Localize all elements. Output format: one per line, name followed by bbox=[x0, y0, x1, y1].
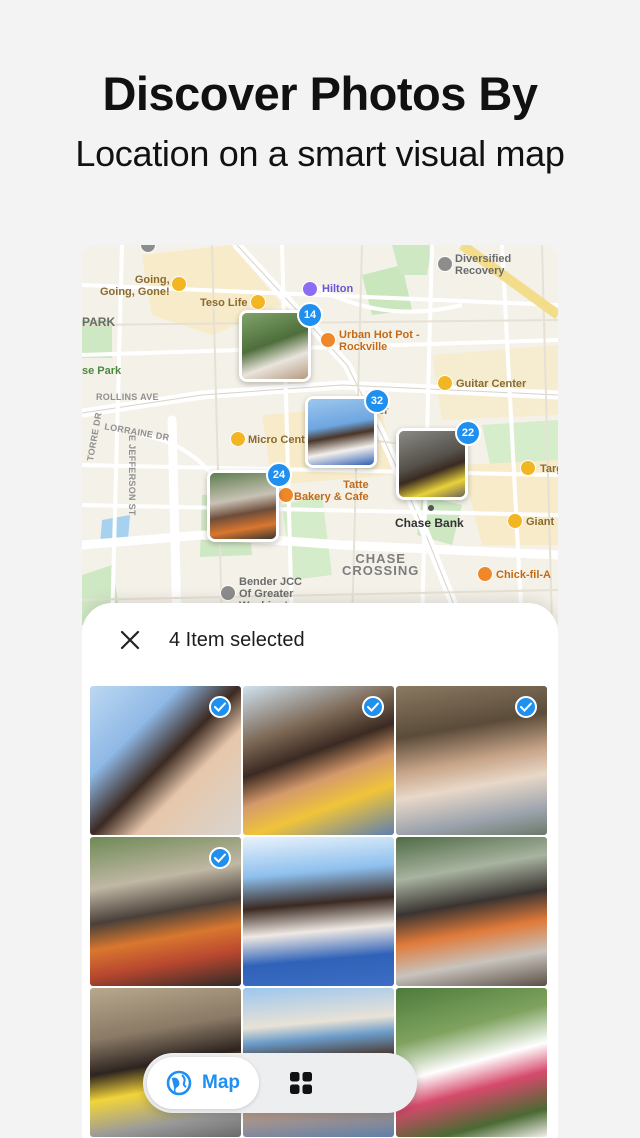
poi-marker bbox=[437, 375, 453, 391]
map-view-button[interactable]: Map bbox=[147, 1057, 259, 1109]
poi-marker bbox=[171, 276, 187, 292]
map-label-chase-crossing: CHASE CROSSING bbox=[342, 551, 420, 578]
headline: Discover Photos By bbox=[102, 67, 538, 120]
selected-check-icon[interactable] bbox=[209, 847, 231, 869]
selected-check-icon[interactable] bbox=[209, 696, 231, 718]
poi-marker bbox=[250, 294, 266, 310]
photo-thumbnail[interactable] bbox=[90, 686, 241, 835]
selection-count: 4 Item selected bbox=[169, 629, 305, 651]
poi-marker bbox=[437, 256, 453, 272]
photo-thumbnail[interactable] bbox=[396, 686, 547, 835]
photo-thumbnail[interactable] bbox=[396, 988, 547, 1137]
close-icon bbox=[120, 630, 140, 650]
street-label: ROLLINS AVE bbox=[96, 392, 159, 402]
map-label-going-gone: Going, Going, Gone! bbox=[100, 274, 170, 298]
grid-view-button[interactable] bbox=[271, 1057, 331, 1109]
map-label-micro-center: Micro Cent bbox=[248, 434, 305, 446]
shopping-icon bbox=[520, 460, 536, 476]
map-label-park: PARK bbox=[82, 315, 116, 329]
map-label-diversified: Diversified Recovery bbox=[455, 253, 512, 277]
restaurant-icon bbox=[320, 332, 336, 348]
map-label-urban-hot-pot: Urban Hot Pot - Rockville bbox=[339, 329, 420, 353]
cluster-count-badge: 24 bbox=[266, 462, 292, 488]
cluster-count-badge: 32 bbox=[364, 388, 390, 414]
map-label-guitar-center: Guitar Center bbox=[456, 378, 527, 390]
app-screen: Going, Going, Gone! Teso Life Hilton Div… bbox=[82, 245, 558, 1138]
photo-thumbnail[interactable] bbox=[243, 837, 394, 986]
poi-marker bbox=[230, 431, 246, 447]
map-label-chase-bank: Chase Bank bbox=[395, 516, 464, 530]
restaurant-icon bbox=[278, 487, 294, 503]
map-label-hilton: Hilton bbox=[322, 283, 354, 295]
map-label-se-park: se Park bbox=[82, 365, 122, 377]
grid-icon bbox=[290, 1072, 312, 1094]
shopping-icon bbox=[507, 513, 523, 529]
hotel-icon bbox=[302, 281, 318, 297]
cluster-count-badge: 22 bbox=[455, 420, 481, 446]
view-switcher: Map bbox=[143, 1053, 417, 1113]
photo-thumbnail[interactable] bbox=[396, 837, 547, 986]
map-label-target: Targ bbox=[540, 463, 558, 475]
subheadline: Location on a smart visual map bbox=[75, 133, 565, 174]
photo-thumbnail[interactable] bbox=[243, 686, 394, 835]
map-view-label: Map bbox=[202, 1072, 240, 1093]
street-label: E JEFFERSON ST bbox=[127, 435, 137, 516]
selected-check-icon[interactable] bbox=[515, 696, 537, 718]
map-label-chick-fil-a: Chick-fil-A bbox=[496, 569, 551, 581]
map-globe-icon bbox=[166, 1070, 192, 1096]
map-label-tatte: Tatte Bakery & Cafe bbox=[294, 479, 369, 503]
map-view[interactable]: Going, Going, Gone! Teso Life Hilton Div… bbox=[82, 245, 558, 625]
map-label-giant: Giant bbox=[526, 516, 555, 528]
map-label-teso-life: Teso Life bbox=[200, 297, 248, 309]
photo-thumbnail[interactable] bbox=[90, 837, 241, 986]
close-button[interactable] bbox=[110, 623, 150, 657]
restaurant-icon bbox=[477, 566, 493, 582]
poi-marker bbox=[220, 585, 236, 601]
location-dot bbox=[428, 505, 434, 511]
selected-check-icon[interactable] bbox=[362, 696, 384, 718]
cluster-count-badge: 14 bbox=[297, 302, 323, 328]
